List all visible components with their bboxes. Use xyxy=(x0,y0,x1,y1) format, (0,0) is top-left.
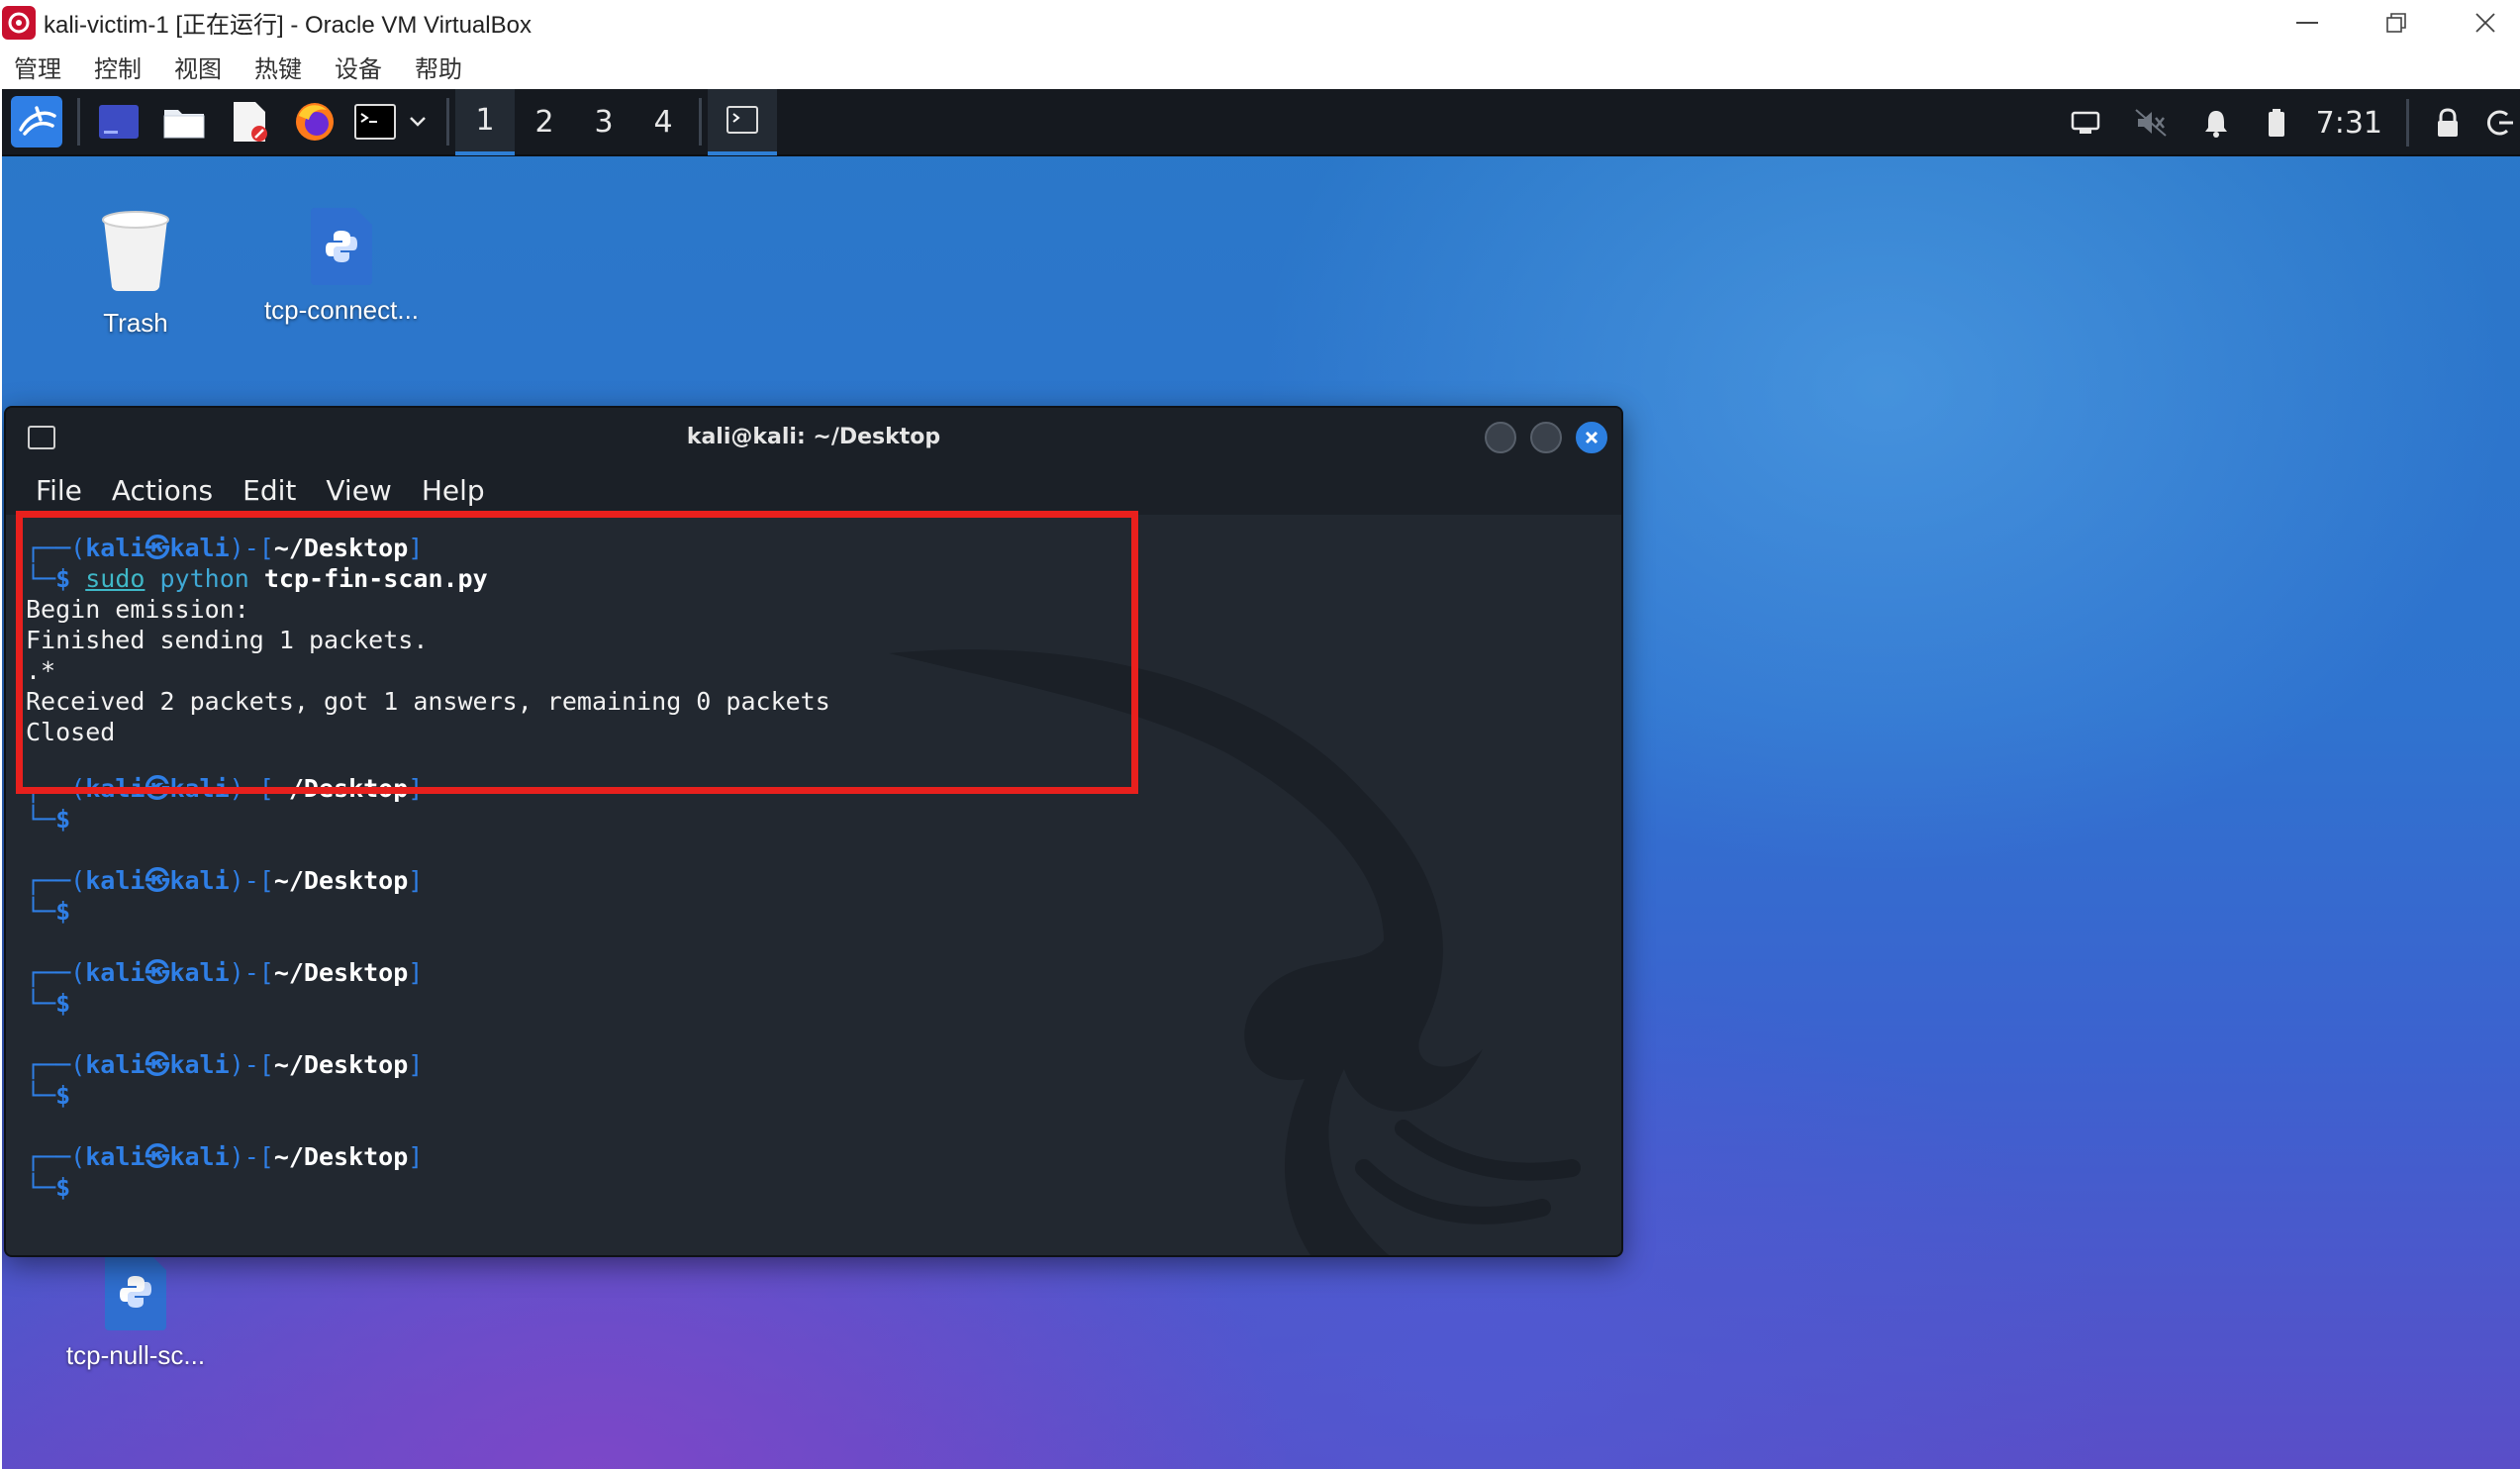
output-line: Received 2 packets, got 1 answers, remai… xyxy=(26,687,830,716)
panel-separator xyxy=(77,98,80,146)
terminal-maximize-button[interactable] xyxy=(1530,422,1562,453)
python-file-icon xyxy=(311,208,372,285)
terminal-output[interactable]: ┌──(kali㉿kali)-[~/Desktop] └─$ sudo pyth… xyxy=(6,515,1621,1255)
terminal-minimize-button[interactable] xyxy=(1485,422,1516,453)
workspace-3[interactable]: 3 xyxy=(574,89,633,155)
vbox-menu-bar: 管理 控制 视图 热键 设备 帮助 xyxy=(0,45,2520,89)
prompt-line: ┌──(kali㉿kali)-[~/Desktop] xyxy=(26,1050,424,1079)
command-line: └─$ sudo python tcp-fin-scan.py xyxy=(26,564,488,593)
chevron-down-icon[interactable] xyxy=(403,89,433,155)
prompt-line: ┌──(kali㉿kali)-[~/Desktop] xyxy=(26,1142,424,1171)
battery-icon[interactable] xyxy=(2249,89,2304,156)
terminal-launcher-icon[interactable] xyxy=(347,89,403,155)
menu-view[interactable]: 视图 xyxy=(174,49,222,84)
guest-display[interactable]: 1 2 3 4 7:31 Trash tcp-connect... tcp-nu… xyxy=(2,89,2520,1469)
volume-muted-icon[interactable] xyxy=(2118,89,2183,156)
desktop-icon-label: Trash xyxy=(103,308,168,338)
minimize-button[interactable] xyxy=(2263,0,2352,45)
empty-command-line: └─$ xyxy=(26,805,71,833)
desktop-trash[interactable]: Trash xyxy=(42,208,230,339)
python-file-icon xyxy=(105,1253,166,1330)
panel-separator xyxy=(446,98,449,146)
network-icon[interactable] xyxy=(2053,89,2118,156)
prompt-line: ┌──(kali㉿kali)-[~/Desktop] xyxy=(26,534,424,562)
empty-command-line: └─$ xyxy=(26,989,71,1018)
kali-menu-button[interactable] xyxy=(2,89,71,155)
window-title: kali-victim-1 [正在运行] - Oracle VM Virtual… xyxy=(44,12,532,39)
terminal-menu-view[interactable]: View xyxy=(326,474,391,507)
desktop-python-file-1[interactable]: tcp-connect... xyxy=(247,208,436,326)
empty-command-line: └─$ xyxy=(26,1081,71,1110)
panel-separator xyxy=(2406,99,2409,147)
output-line: Begin emission: xyxy=(26,595,249,624)
firefox-icon[interactable] xyxy=(282,89,347,155)
output-line: Closed xyxy=(26,718,116,746)
prompt-line: ┌──(kali㉿kali)-[~/Desktop] xyxy=(26,774,424,803)
workspace-4[interactable]: 4 xyxy=(633,89,693,155)
vbox-title-bar: kali-victim-1 [正在运行] - Oracle VM Virtual… xyxy=(0,0,2520,45)
terminal-menu-actions[interactable]: Actions xyxy=(112,474,213,507)
desktop-python-file-2[interactable]: tcp-null-sc... xyxy=(42,1253,230,1371)
notifications-bell-icon[interactable] xyxy=(2183,89,2249,156)
terminal-menu-edit[interactable]: Edit xyxy=(242,474,296,507)
terminal-window[interactable]: kali@kali: ~/Desktop File Actions Edit V… xyxy=(4,406,1623,1257)
terminal-title: kali@kali: ~/Desktop xyxy=(686,424,941,449)
panel-tray: 7:31 xyxy=(2053,89,2520,156)
output-line: Finished sending 1 packets. xyxy=(26,626,429,654)
workspace-1[interactable]: 1 xyxy=(455,89,515,155)
menu-control[interactable]: 控制 xyxy=(94,49,142,84)
desktop-icon-label: tcp-null-sc... xyxy=(65,1340,206,1370)
desktop-icon-label: tcp-connect... xyxy=(263,295,420,325)
terminal-menu-file[interactable]: File xyxy=(36,474,82,507)
menu-devices[interactable]: 设备 xyxy=(335,49,382,84)
terminal-menu-help[interactable]: Help xyxy=(422,474,485,507)
prompt-line: ┌──(kali㉿kali)-[~/Desktop] xyxy=(26,866,424,895)
output-line: .* xyxy=(26,656,56,685)
terminal-close-button[interactable] xyxy=(1576,422,1607,453)
terminal-window-icon xyxy=(28,426,55,449)
menu-help[interactable]: 帮助 xyxy=(415,49,462,84)
taskbar-terminal-button[interactable] xyxy=(708,89,777,155)
logout-icon[interactable] xyxy=(2480,89,2520,156)
panel-separator xyxy=(699,98,702,146)
empty-command-line: └─$ xyxy=(26,897,71,926)
menu-hotkeys[interactable]: 热键 xyxy=(254,49,302,84)
menu-manage[interactable]: 管理 xyxy=(14,49,61,84)
command-sudo: sudo xyxy=(85,564,145,593)
panel-clock[interactable]: 7:31 xyxy=(2316,106,2382,141)
terminal-title-bar[interactable]: kali@kali: ~/Desktop xyxy=(6,408,1621,465)
workspace-2[interactable]: 2 xyxy=(515,89,574,155)
file-manager-icon[interactable] xyxy=(151,89,217,155)
text-editor-icon[interactable] xyxy=(217,89,282,155)
empty-command-line: └─$ xyxy=(26,1173,71,1202)
lock-screen-icon[interactable] xyxy=(2415,89,2480,156)
kali-top-panel: 1 2 3 4 7:31 xyxy=(2,89,2520,156)
terminal-menu-bar: File Actions Edit View Help xyxy=(6,465,1621,515)
virtualbox-app-icon xyxy=(2,5,36,40)
prompt-line: ┌──(kali㉿kali)-[~/Desktop] xyxy=(26,958,424,987)
show-desktop-icon[interactable] xyxy=(86,89,151,155)
restore-button[interactable] xyxy=(2352,0,2441,45)
close-button[interactable] xyxy=(2441,0,2520,45)
trash-icon xyxy=(102,211,169,291)
